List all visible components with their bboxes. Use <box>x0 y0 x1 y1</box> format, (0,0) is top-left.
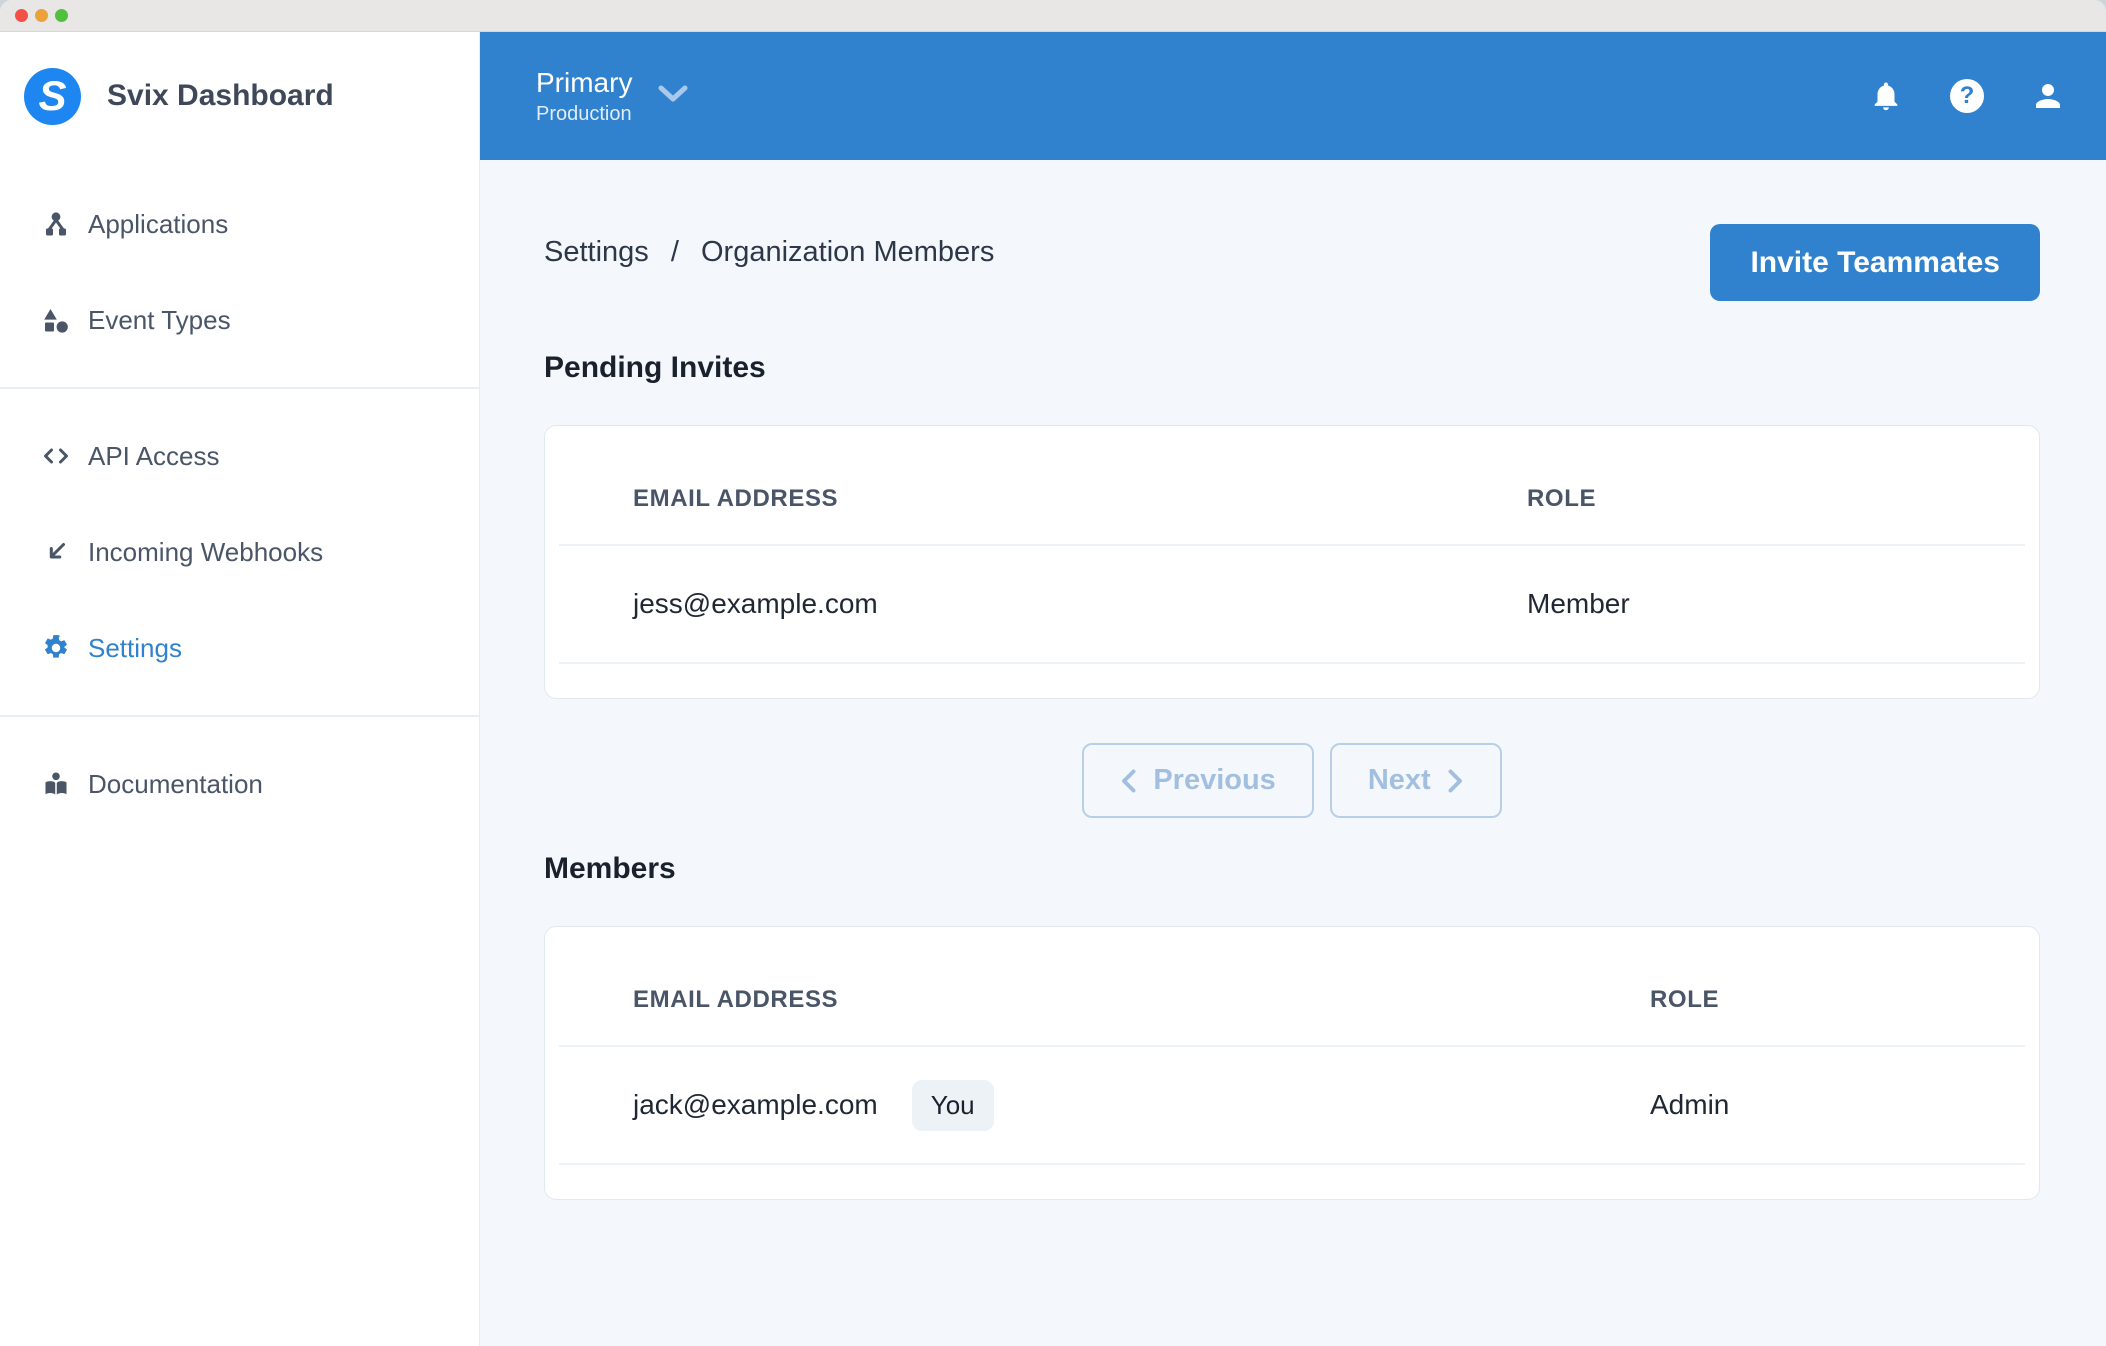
email-cell: jack@example.com <box>633 1089 878 1121</box>
sidebar-item-label: Event Types <box>88 305 231 336</box>
environment-name: Primary <box>536 65 632 101</box>
next-button[interactable]: Next <box>1330 743 1502 818</box>
traffic-light-minimize[interactable] <box>35 9 48 22</box>
svix-logo-icon: S <box>24 68 81 125</box>
applications-icon <box>42 210 70 238</box>
chevron-right-icon <box>1447 768 1464 794</box>
pagination: Previous Next <box>544 743 2040 818</box>
column-header-role: ROLE <box>1527 485 2039 513</box>
previous-button[interactable]: Previous <box>1082 743 1314 818</box>
section-title-members: Members <box>544 852 2040 886</box>
sidebar-divider <box>0 715 479 717</box>
incoming-webhooks-icon <box>42 538 70 566</box>
members-card: EMAIL ADDRESS ROLE jack@example.com You … <box>544 926 2040 1200</box>
sidebar-item-applications[interactable]: Applications <box>0 176 479 272</box>
sidebar-item-incoming-webhooks[interactable]: Incoming Webhooks <box>0 504 479 600</box>
brand-name: Svix Dashboard <box>107 79 334 113</box>
role-cell: Admin <box>1650 1089 2039 1121</box>
sidebar-item-event-types[interactable]: Event Types <box>0 272 479 368</box>
sidebar-item-label: Applications <box>88 209 228 240</box>
app-header: Primary Production <box>480 32 2106 160</box>
members-table-header: EMAIL ADDRESS ROLE <box>545 927 2039 1045</box>
sidebar-item-api-access[interactable]: API Access <box>0 408 479 504</box>
breadcrumb: Settings / Organization Members <box>544 224 994 269</box>
app-window: S Svix Dashboard Applications <box>0 0 2106 1346</box>
sidebar-item-label: Incoming Webhooks <box>88 537 323 568</box>
role-cell: Member <box>1527 588 2039 620</box>
settings-icon <box>42 634 70 662</box>
documentation-icon <box>42 770 70 798</box>
environment-mode: Production <box>536 101 632 127</box>
sidebar-item-settings[interactable]: Settings <box>0 600 479 696</box>
traffic-light-maximize[interactable] <box>55 9 68 22</box>
event-types-icon <box>42 306 70 334</box>
help-icon[interactable]: ? <box>1949 78 1985 114</box>
section-title-pending-invites: Pending Invites <box>544 351 2040 385</box>
sidebar-item-label: API Access <box>88 441 220 472</box>
pending-invites-card: EMAIL ADDRESS ROLE jess@example.com Memb… <box>544 425 2040 699</box>
invite-teammates-button[interactable]: Invite Teammates <box>1710 224 2040 301</box>
window-titlebar <box>0 0 2106 32</box>
table-row: jack@example.com You Admin <box>545 1047 2039 1163</box>
chevron-down-icon <box>658 85 688 108</box>
sidebar: S Svix Dashboard Applications <box>0 32 480 1346</box>
api-access-icon <box>42 442 70 470</box>
sidebar-item-label: Settings <box>88 633 182 664</box>
sidebar-item-label: Documentation <box>88 769 263 800</box>
column-header-email-address: EMAIL ADDRESS <box>545 986 1650 1014</box>
pending-invites-table-header: EMAIL ADDRESS ROLE <box>545 426 2039 544</box>
email-cell: jess@example.com <box>545 588 1527 620</box>
sidebar-item-documentation[interactable]: Documentation <box>0 736 479 832</box>
table-row: jess@example.com Member <box>545 546 2039 662</box>
chevron-left-icon <box>1120 768 1137 794</box>
column-header-email-address: EMAIL ADDRESS <box>545 485 1527 513</box>
page-content: Settings / Organization Members Invite T… <box>480 160 2106 1346</box>
breadcrumb-separator: / <box>671 236 679 268</box>
environment-switcher[interactable]: Primary Production <box>536 65 688 127</box>
traffic-light-close[interactable] <box>15 9 28 22</box>
breadcrumb-settings[interactable]: Settings <box>544 236 649 268</box>
account-icon[interactable] <box>2030 78 2066 114</box>
sidebar-nav: Applications Event Types <box>0 176 479 832</box>
sidebar-divider <box>0 387 479 389</box>
notifications-icon[interactable] <box>1868 78 1904 114</box>
column-header-role: ROLE <box>1650 986 2039 1014</box>
you-badge: You <box>912 1080 994 1131</box>
breadcrumb-current: Organization Members <box>701 236 994 268</box>
brand[interactable]: S Svix Dashboard <box>0 32 479 160</box>
